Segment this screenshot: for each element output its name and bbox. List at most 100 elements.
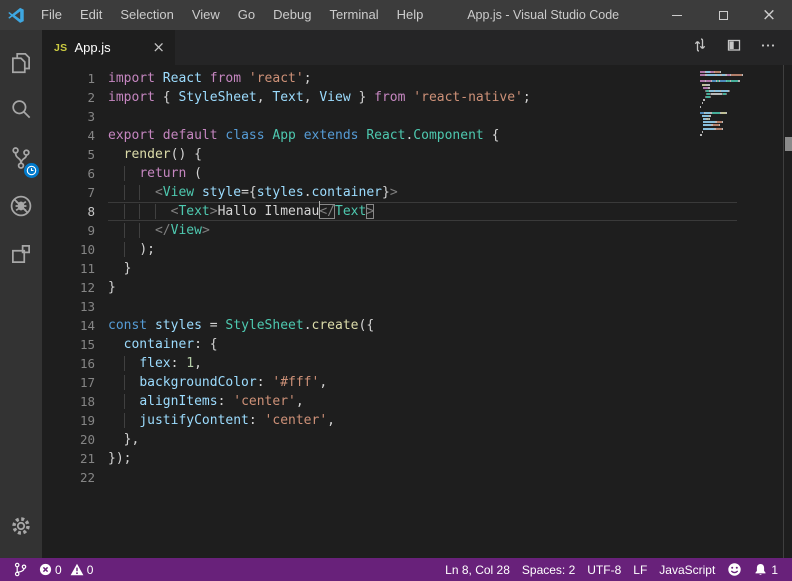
code-line[interactable]: 20 }, <box>42 430 792 449</box>
indentation-button[interactable]: Spaces: 2 <box>516 563 581 577</box>
notifications-button[interactable]: 1 <box>748 563 784 577</box>
status-bar: 0 0 Ln 8, Col 28 Spaces: 2 UTF-8 LF Java… <box>0 558 792 581</box>
search-icon <box>8 97 34 123</box>
code-text: backgroundColor: '#fff', <box>108 373 737 392</box>
sidebar-item-search[interactable] <box>0 86 42 134</box>
line-number: 20 <box>42 430 95 449</box>
cursor-position-button[interactable]: Ln 8, Col 28 <box>439 563 516 577</box>
error-count: 0 <box>55 563 62 577</box>
menu-debug[interactable]: Debug <box>264 0 320 30</box>
line-number: 11 <box>42 259 95 278</box>
code-editor[interactable]: 1import React from 'react';2import { Sty… <box>42 65 792 558</box>
line-number: 21 <box>42 449 95 468</box>
code-line[interactable]: 12} <box>42 278 792 297</box>
sidebar-item-explorer[interactable] <box>0 38 42 86</box>
sidebar-item-debug[interactable] <box>0 182 42 230</box>
code-line[interactable]: 7 <View style={styles.container}> <box>42 183 792 202</box>
menu-go[interactable]: Go <box>229 0 264 30</box>
overview-cursor-marker <box>785 137 792 151</box>
window-title: App.js - Visual Studio Code <box>432 8 654 22</box>
code-text: }); <box>108 449 737 468</box>
more-actions-button[interactable] <box>760 37 776 58</box>
line-number: 7 <box>42 183 95 202</box>
minimap-line <box>700 90 780 92</box>
code-line[interactable]: 6 return ( <box>42 164 792 183</box>
editor-actions <box>692 30 792 65</box>
code-line[interactable]: 4export default class App extends React.… <box>42 126 792 145</box>
menu-terminal[interactable]: Terminal <box>320 0 387 30</box>
code-line[interactable]: 14const styles = StyleSheet.create({ <box>42 316 792 335</box>
encoding-button[interactable]: UTF-8 <box>581 563 627 577</box>
sidebar-item-source-control[interactable] <box>0 134 42 182</box>
menu-file[interactable]: File <box>32 0 71 30</box>
warning-count: 0 <box>87 563 94 577</box>
code-text: <View style={styles.container}> <box>108 183 737 202</box>
line-number: 2 <box>42 88 95 107</box>
code-text: render() { <box>108 145 737 164</box>
feedback-button[interactable] <box>721 562 748 577</box>
menu-selection[interactable]: Selection <box>111 0 182 30</box>
minimap-line <box>700 121 780 123</box>
menu-help[interactable]: Help <box>388 0 433 30</box>
settings-button[interactable] <box>0 502 42 550</box>
menubar: FileEditSelectionViewGoDebugTerminalHelp <box>32 0 432 30</box>
scm-progress-badge <box>24 163 39 178</box>
code-line[interactable]: 9 </View> <box>42 221 792 240</box>
debug-icon <box>8 193 34 219</box>
tab-close-icon[interactable]: × <box>152 40 165 55</box>
code-line[interactable]: 3 <box>42 107 792 126</box>
line-number: 18 <box>42 392 95 411</box>
close-button[interactable]: × <box>746 0 792 30</box>
code-line[interactable]: 17 backgroundColor: '#fff', <box>42 373 792 392</box>
code-line[interactable]: 1import React from 'react'; <box>42 69 792 88</box>
problems-button[interactable]: 0 0 <box>33 563 99 577</box>
line-number: 19 <box>42 411 95 430</box>
maximize-button[interactable] <box>700 0 746 30</box>
code-text: ); <box>108 240 737 259</box>
minimize-button[interactable] <box>654 0 700 30</box>
code-line[interactable]: 8 <Text>Hallo Ilmenau</Text> <box>42 202 792 221</box>
tab-label: App.js <box>74 40 145 55</box>
menu-edit[interactable]: Edit <box>71 0 111 30</box>
overview-ruler[interactable] <box>783 65 792 558</box>
code-line[interactable]: 11 } <box>42 259 792 278</box>
open-changes-icon <box>692 37 708 53</box>
tab-appjs[interactable]: JS App.js × <box>42 30 175 65</box>
language-mode-button[interactable]: JavaScript <box>653 563 721 577</box>
minimap-line <box>700 137 780 139</box>
code-line[interactable]: 10 ); <box>42 240 792 259</box>
line-number: 16 <box>42 354 95 373</box>
code-line[interactable]: 15 container: { <box>42 335 792 354</box>
minimap-line <box>700 134 780 136</box>
sidebar-item-extensions[interactable] <box>0 230 42 278</box>
gear-icon <box>9 514 33 538</box>
minimap-line <box>700 96 780 98</box>
ellipsis-icon <box>760 37 776 53</box>
minimap[interactable] <box>700 71 780 140</box>
git-branch-button[interactable] <box>8 562 33 577</box>
menu-view[interactable]: View <box>183 0 229 30</box>
code-line[interactable]: 21}); <box>42 449 792 468</box>
line-number: 6 <box>42 164 95 183</box>
code-line[interactable]: 2import { StyleSheet, Text, View } from … <box>42 88 792 107</box>
minimap-line <box>700 102 780 104</box>
open-changes-button[interactable] <box>692 37 708 58</box>
code-text <box>108 297 737 316</box>
code-text <box>108 468 737 487</box>
minimap-line <box>700 128 780 130</box>
code-line[interactable]: 19 justifyContent: 'center', <box>42 411 792 430</box>
code-line[interactable]: 13 <box>42 297 792 316</box>
code-line[interactable]: 22 <box>42 468 792 487</box>
minimap-line <box>700 84 780 86</box>
code-lines: 1import React from 'react';2import { Sty… <box>42 69 792 487</box>
minimap-line <box>700 112 780 114</box>
code-line[interactable]: 5 render() { <box>42 145 792 164</box>
code-line[interactable]: 16 flex: 1, <box>42 354 792 373</box>
javascript-file-icon: JS <box>54 42 67 54</box>
minimap-line <box>700 87 780 89</box>
split-editor-button[interactable] <box>726 37 742 58</box>
minimap-line <box>700 131 780 133</box>
code-line[interactable]: 18 alignItems: 'center', <box>42 392 792 411</box>
code-text: import React from 'react'; <box>108 69 737 88</box>
eol-button[interactable]: LF <box>627 563 653 577</box>
